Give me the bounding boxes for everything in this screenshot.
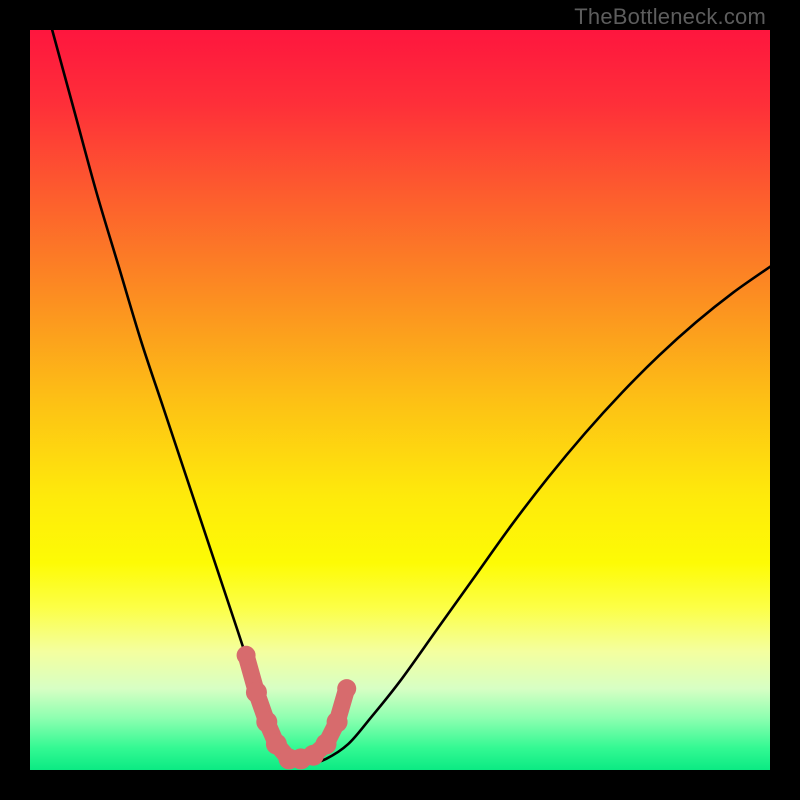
watermark-text: TheBottleneck.com <box>574 4 766 30</box>
marker-dot <box>337 679 356 698</box>
marker-dot <box>246 682 267 703</box>
marker-dot <box>256 711 277 732</box>
marker-dot <box>237 646 256 665</box>
marker-dot <box>327 711 348 732</box>
chart-svg <box>30 30 770 770</box>
outer-frame: TheBottleneck.com <box>0 0 800 800</box>
marker-dot <box>316 734 337 755</box>
plot-area <box>30 30 770 770</box>
chart-background <box>30 30 770 770</box>
